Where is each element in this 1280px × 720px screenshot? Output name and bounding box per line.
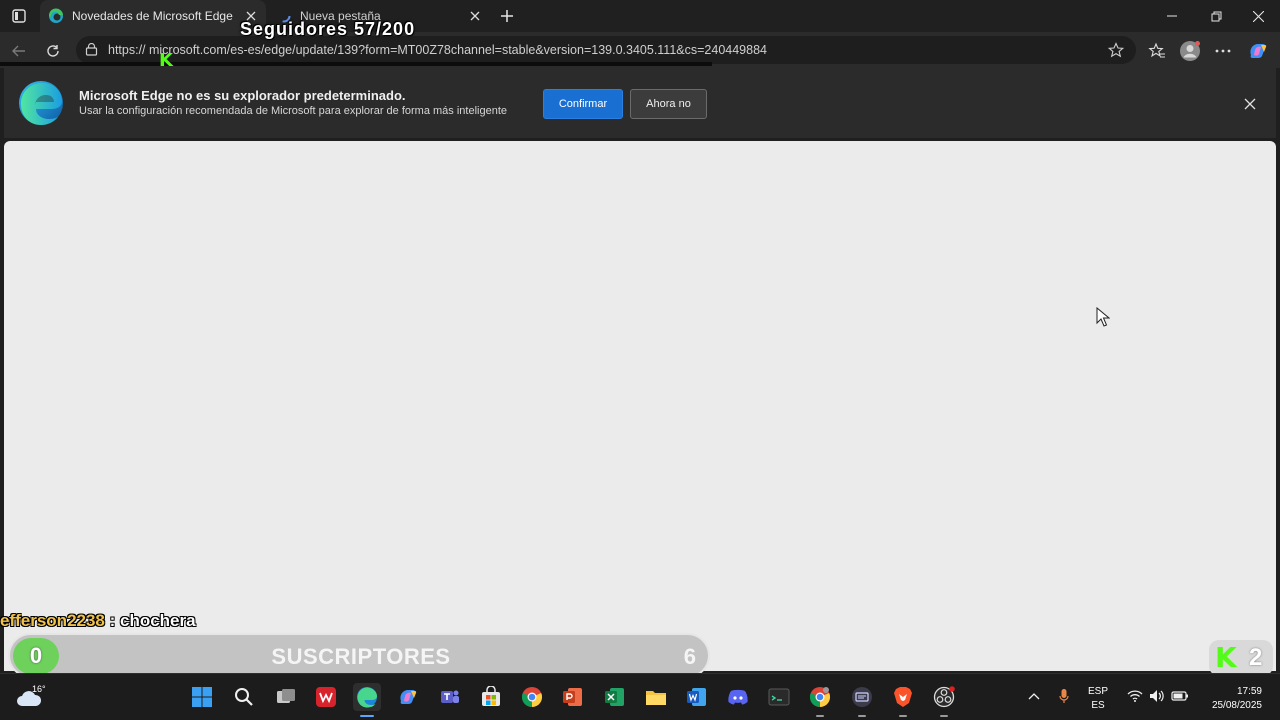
language-indicator[interactable]: ESP ES [1088, 685, 1108, 713]
task-view-icon[interactable] [272, 683, 300, 711]
kick-viewer-count: 2 [1249, 644, 1263, 671]
subscribers-bar: 0 SUSCRIPTORES 6 [8, 633, 710, 678]
running-indicator [858, 715, 866, 717]
kick-logo-icon: K [159, 49, 173, 71]
page-load-bar [0, 62, 712, 66]
not-now-button[interactable]: Ahora no [630, 89, 707, 119]
start-windows-icon[interactable] [188, 683, 216, 711]
weather-temp: 16° [32, 684, 46, 694]
chat-message: efferson2238 : chochera [0, 611, 196, 631]
windows-taskbar: 16° ESP ES 17:59 25/08/2025 [0, 673, 1280, 720]
favorites-icon[interactable] [1146, 40, 1168, 62]
tab-strip: Novedades de Microsoft Edge Nueva pestañ… [0, 0, 1280, 32]
close-window-icon[interactable] [1236, 0, 1280, 32]
clock-date: 25/08/2025 [1211, 700, 1262, 711]
subs-label: SUSCRIPTORES [271, 644, 451, 669]
chrome-profile-icon[interactable] [806, 683, 834, 717]
copilot-app-icon[interactable] [394, 683, 422, 711]
screen: Novedades de Microsoft Edge Nueva pestañ… [0, 0, 1280, 720]
kick-viewers-badge: K 2 [1209, 640, 1273, 676]
terminal-app-icon[interactable] [765, 683, 793, 711]
media-app-icon[interactable] [848, 683, 876, 717]
profile-avatar-icon[interactable] [1179, 40, 1201, 62]
page-content-area[interactable] [4, 141, 1276, 671]
more-options-icon[interactable] [1212, 40, 1234, 62]
ms-store-icon[interactable] [477, 683, 505, 711]
running-indicator [816, 715, 824, 717]
kick-logo-icon: K [1215, 641, 1237, 674]
word-icon[interactable] [683, 683, 711, 711]
edge-taskbar-icon[interactable] [353, 683, 381, 717]
obs-studio-icon[interactable] [930, 683, 958, 717]
site-info-icon[interactable] [85, 42, 98, 61]
running-indicator [899, 715, 907, 717]
minimize-icon[interactable] [1150, 0, 1194, 32]
restore-icon[interactable] [1194, 0, 1238, 32]
chrome-icon[interactable] [518, 683, 546, 711]
default-browser-infobar: Microsoft Edge no es su explorador prede… [4, 68, 1276, 138]
battery-icon[interactable] [1170, 684, 1190, 708]
show-hidden-icons-chevron-icon[interactable] [1024, 684, 1044, 708]
weather-widget[interactable]: 16° [16, 682, 56, 712]
close-infobar-icon[interactable] [1240, 94, 1260, 114]
chat-text: chochera [120, 611, 196, 630]
language-code: ESP [1088, 686, 1109, 697]
clock-time: 17:59 [1236, 686, 1262, 697]
tab-actions-icon[interactable] [8, 6, 30, 26]
microphone-icon[interactable] [1054, 684, 1074, 708]
teams-icon[interactable] [436, 683, 464, 711]
followers-overlay: Seguidores 57/200 [240, 19, 416, 39]
powerpoint-icon[interactable] [559, 683, 587, 711]
infobar-subtitle: Usar la configuración recomendada de Mic… [79, 105, 507, 117]
running-indicator [940, 715, 948, 717]
chat-separator: : [104, 611, 120, 630]
wps-office-icon[interactable] [312, 683, 340, 711]
volume-icon[interactable] [1147, 684, 1167, 708]
close-tab-icon[interactable] [464, 5, 486, 27]
refresh-icon[interactable] [42, 40, 64, 62]
clock[interactable]: 17:59 25/08/2025 [1200, 685, 1262, 713]
chat-username: efferson2238 [0, 611, 105, 630]
tab-title: Novedades de Microsoft Edge [72, 9, 233, 23]
back-arrow-icon[interactable] [8, 40, 30, 62]
copilot-icon[interactable] [1247, 40, 1269, 62]
file-explorer-icon[interactable] [642, 683, 670, 711]
active-indicator [360, 715, 374, 717]
url-text: https:// microsoft.com/es-es/edge/update… [108, 43, 767, 57]
search-icon[interactable] [230, 683, 258, 711]
edge-logo-icon [18, 80, 64, 126]
subs-count: 6 [683, 644, 696, 669]
excel-icon[interactable] [601, 683, 629, 711]
favorite-star-icon[interactable] [1107, 42, 1125, 63]
infobar-title: Microsoft Edge no es su explorador prede… [79, 88, 406, 103]
brave-icon[interactable] [889, 683, 917, 717]
wifi-icon[interactable] [1125, 684, 1145, 708]
edge-favicon-icon [48, 8, 64, 24]
mouse-cursor-icon [1096, 306, 1111, 327]
discord-icon[interactable] [724, 683, 752, 711]
new-tab-icon[interactable] [496, 5, 518, 27]
tab-novedades[interactable]: Novedades de Microsoft Edge [40, 0, 266, 32]
keyboard-layout: ES [1091, 700, 1105, 711]
address-bar[interactable]: https:// microsoft.com/es-es/edge/update… [76, 36, 1136, 64]
confirm-button[interactable]: Confirmar [543, 89, 623, 119]
